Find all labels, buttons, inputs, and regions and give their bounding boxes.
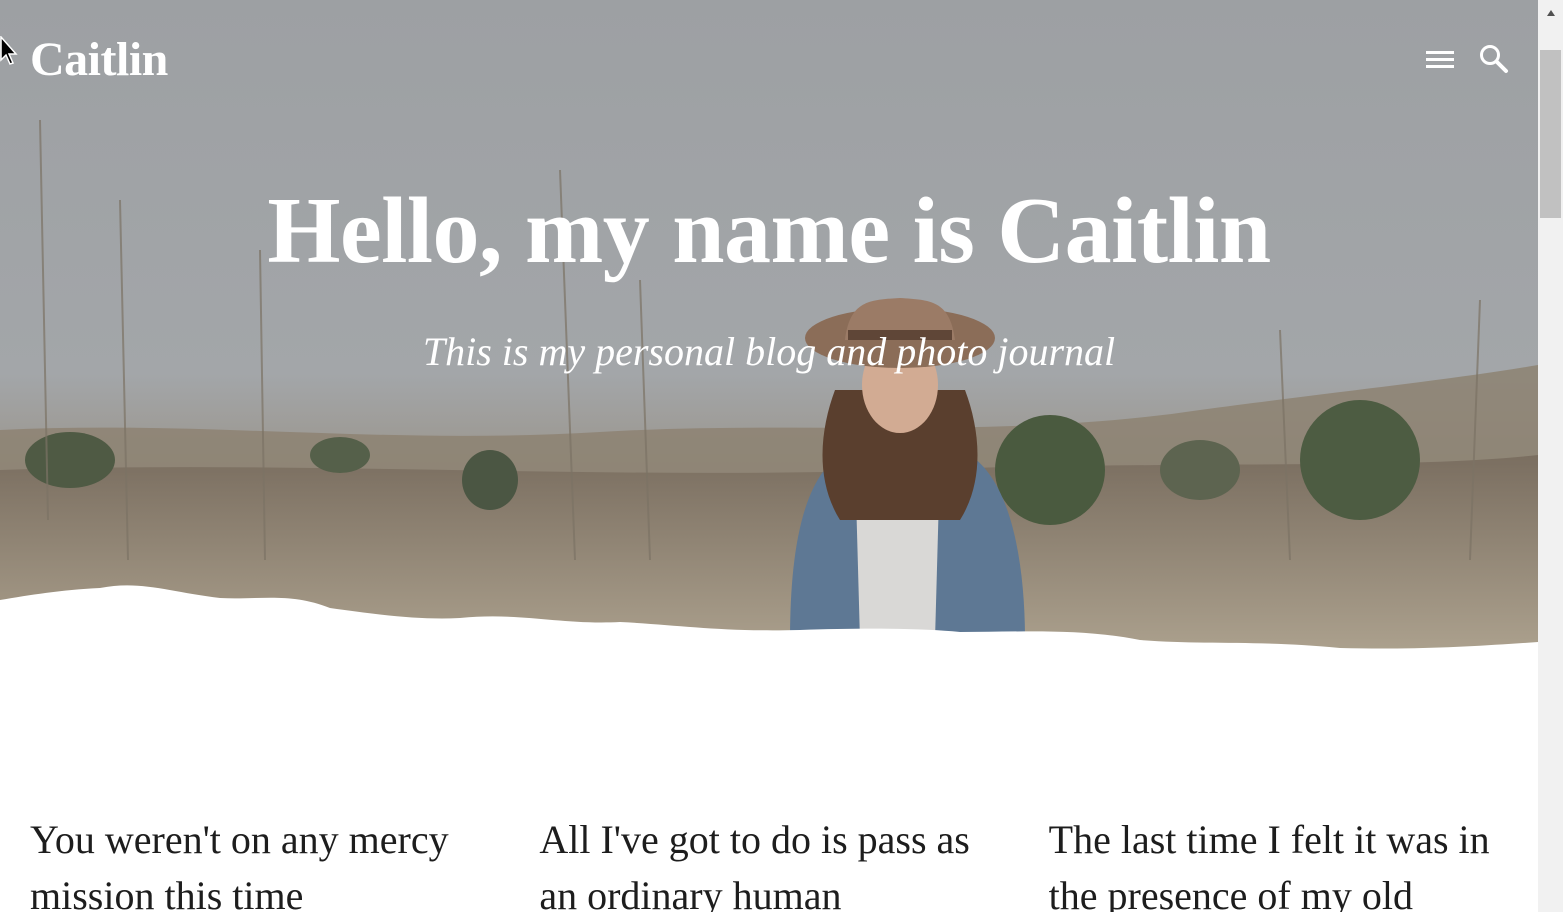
posts-grid: You weren't on any mercy mission this ti… xyxy=(30,812,1510,912)
vertical-scrollbar[interactable] xyxy=(1538,0,1563,912)
post-title-link[interactable]: The last time I felt it was in the prese… xyxy=(1049,812,1510,912)
hamburger-menu-icon[interactable] xyxy=(1424,40,1456,78)
hero-heading: Hello, my name is Caitlin xyxy=(267,179,1271,283)
scroll-up-arrow-icon[interactable] xyxy=(1538,0,1563,25)
post-card: You weren't on any mercy mission this ti… xyxy=(30,812,491,912)
post-title-link[interactable]: All I've got to do is pass as an ordinar… xyxy=(539,812,1000,912)
hero-section: Caitlin Hello, my name is Caitlin This i… xyxy=(0,0,1538,680)
post-title-link[interactable]: You weren't on any mercy mission this ti… xyxy=(30,812,491,912)
mouse-cursor-icon xyxy=(0,35,20,70)
hero-tagline: This is my personal blog and photo journ… xyxy=(422,329,1116,374)
header-actions xyxy=(1424,40,1510,78)
post-card: The last time I felt it was in the prese… xyxy=(1049,812,1510,912)
page: Caitlin Hello, my name is Caitlin This i… xyxy=(0,0,1538,912)
scrollbar-thumb[interactable] xyxy=(1540,50,1561,218)
site-title[interactable]: Caitlin xyxy=(30,30,168,90)
post-card: All I've got to do is pass as an ordinar… xyxy=(539,812,1000,912)
search-icon[interactable] xyxy=(1478,40,1510,78)
